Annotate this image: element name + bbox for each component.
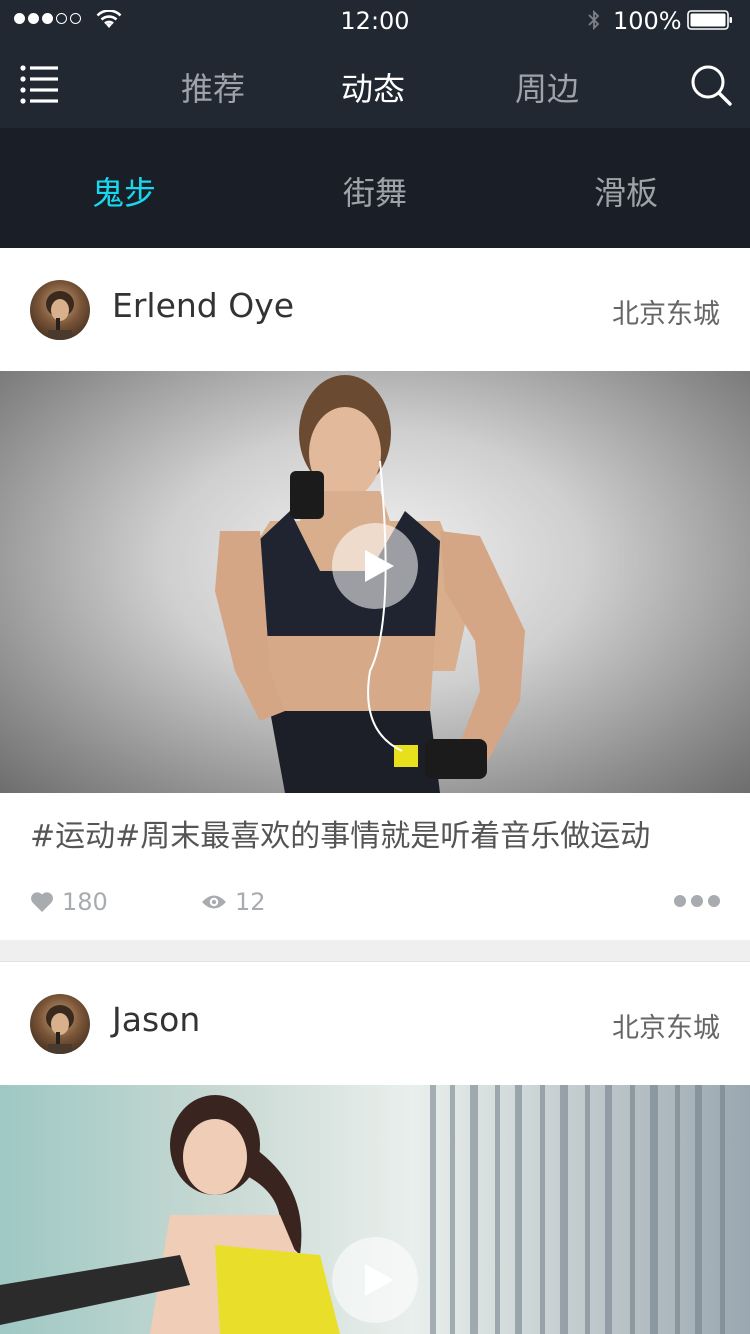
menu-icon[interactable] <box>20 65 60 105</box>
battery-percent: 100% <box>613 7 682 35</box>
sub-tab-street-dance[interactable]: 街舞 <box>343 168 407 214</box>
play-icon[interactable] <box>332 1237 418 1323</box>
tab-dynamic[interactable]: 动态 <box>341 64 405 110</box>
feed-post: Erlend Oye 北京东城 #运动#周末最喜欢的事情就是听着音乐做运动 18… <box>0 248 750 940</box>
post-video-thumbnail[interactable] <box>0 371 750 793</box>
avatar[interactable] <box>30 994 90 1054</box>
post-video-thumbnail[interactable] <box>0 1085 750 1334</box>
sub-tab-guibu[interactable]: 鬼步 <box>92 168 156 214</box>
post-location: 北京东城 <box>612 1013 720 1044</box>
author-name[interactable]: Erlend Oye <box>112 286 294 325</box>
top-nav-bar: 推荐 动态 周边 <box>0 40 750 128</box>
feed-post: Jason 北京东城 <box>0 962 750 1334</box>
post-location: 北京东城 <box>612 299 720 330</box>
post-divider <box>0 940 750 962</box>
sub-tab-bar: 鬼步 街舞 滑板 <box>0 128 750 248</box>
battery-icon <box>687 10 732 30</box>
more-icon[interactable] <box>674 894 720 908</box>
view-counter: 12 <box>201 888 266 916</box>
eye-icon <box>202 895 226 909</box>
heart-icon <box>31 892 53 912</box>
search-icon[interactable] <box>690 64 732 106</box>
sub-tab-skateboard[interactable]: 滑板 <box>594 168 658 214</box>
post-caption: #运动#周末最喜欢的事情就是听着音乐做运动 <box>30 819 651 854</box>
like-button[interactable]: 180 <box>30 888 108 916</box>
avatar[interactable] <box>30 280 90 340</box>
status-bar: 12:00 100% <box>0 0 750 40</box>
tab-nearby[interactable]: 周边 <box>515 64 579 110</box>
author-name[interactable]: Jason <box>112 1000 200 1039</box>
play-icon[interactable] <box>332 523 418 609</box>
like-count: 180 <box>62 888 108 916</box>
view-count: 12 <box>235 888 266 916</box>
bluetooth-icon <box>588 9 600 31</box>
post-stats: 180 12 <box>30 888 720 918</box>
tab-recommend[interactable]: 推荐 <box>181 64 245 110</box>
